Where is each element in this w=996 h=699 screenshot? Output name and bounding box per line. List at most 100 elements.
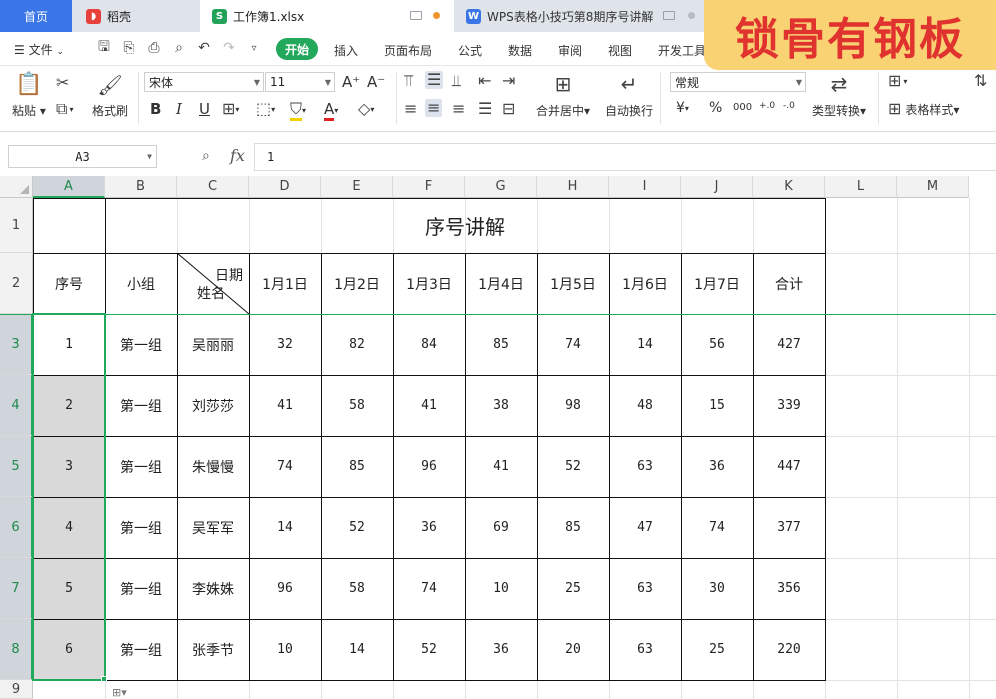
paste-button[interactable]: 📋 粘贴 ▾ [12,72,46,119]
tab-home[interactable]: 首页 [0,0,72,32]
cell-group[interactable]: 第一组 [105,497,177,558]
row-header-8[interactable]: 8 [0,619,33,680]
formula-input[interactable]: 1 [254,143,996,171]
col-header-h[interactable]: H [537,176,609,198]
cell-value[interactable]: 85 [537,497,609,558]
float-window-icon-2[interactable] [663,11,675,20]
header-date[interactable]: 1月1日 [249,253,321,314]
cell-value[interactable]: 14 [609,314,681,375]
cell-value[interactable]: 52 [537,436,609,497]
decimal-increase-button[interactable]: +.0 [759,101,775,111]
menu-formula[interactable]: 公式 [458,42,482,59]
col-header-j[interactable]: J [681,176,753,198]
cell-value[interactable]: 20 [537,619,609,680]
percent-button[interactable]: % [709,100,722,116]
redo-icon[interactable]: ↷ [221,40,237,56]
print-icon[interactable]: ⎙ [146,40,162,56]
menu-view[interactable]: 视图 [608,42,632,59]
border-button[interactable]: ⊞ ▾ [222,100,239,118]
shrink-font-button[interactable]: A⁻ [367,73,385,91]
cell-value[interactable]: 47 [609,497,681,558]
cell-value[interactable]: 52 [393,619,465,680]
header-date[interactable]: 1月7日 [681,253,753,314]
wrap-text-button[interactable]: ↵ 自动换行 [605,72,653,119]
col-header-b[interactable]: B [105,176,177,198]
align-bottom-button[interactable]: ⫫ [452,72,461,90]
name-box[interactable]: A3 ▼ [8,145,157,168]
cell-group[interactable]: 第一组 [105,436,177,497]
cut-button[interactable]: ✂ [56,74,69,92]
cell-value[interactable]: 41 [465,436,537,497]
decimal-decrease-button[interactable]: -.0 [783,101,795,111]
sort-button[interactable]: ⇅ [974,72,987,90]
cell-seq[interactable]: 3 [33,436,105,497]
float-window-icon[interactable] [410,11,422,20]
print-preview-icon[interactable]: ⌕ [171,40,187,56]
menu-review[interactable]: 审阅 [558,42,582,59]
zoom-formula-icon[interactable]: ⌕ [202,148,210,164]
font-name-select[interactable]: 宋体 ▼ [144,72,264,92]
align-right-button[interactable]: ≡ [452,100,465,118]
table-style-button[interactable]: ⊞ 表格样式▾ [888,100,959,118]
cell-seq[interactable]: 4 [33,497,105,558]
cell-value[interactable]: 74 [681,497,753,558]
cell-value[interactable]: 15 [681,375,753,436]
cell-name[interactable]: 张季节 [177,619,249,680]
cell-value[interactable]: 58 [321,558,393,619]
fill-handle[interactable] [101,676,107,682]
cell-value[interactable]: 63 [609,558,681,619]
format-painter-button[interactable]: 🖌 格式刷 [92,72,128,119]
distribute-button[interactable]: ⊟ [502,100,515,118]
indent-increase-button[interactable]: ⇥ [502,72,515,90]
cell-value[interactable]: 74 [537,314,609,375]
save-icon[interactable]: 🖫 [96,39,112,56]
merge-center-button[interactable]: ⊞ 合并居中▾ [536,72,590,119]
header-diag-name[interactable]: 姓名 [197,283,225,303]
cell-value[interactable]: 74 [249,436,321,497]
header-date[interactable]: 1月2日 [321,253,393,314]
cell-total[interactable]: 339 [753,375,825,436]
col-header-a[interactable]: A [33,176,105,198]
quick-analysis-icon[interactable]: ⊞▾ [112,686,127,699]
cell-value[interactable]: 10 [249,619,321,680]
cell-value[interactable]: 14 [321,619,393,680]
cell-value[interactable]: 52 [321,497,393,558]
menu-insert[interactable]: 插入 [334,42,358,59]
cell-total[interactable]: 427 [753,314,825,375]
header-seq[interactable]: 序号 [33,253,105,314]
row-header-2[interactable]: 2 [0,253,33,314]
header-total[interactable]: 合计 [753,253,825,314]
cell-value[interactable]: 30 [681,558,753,619]
cell-value[interactable]: 63 [609,619,681,680]
undo-icon[interactable]: ↶ [196,40,212,56]
number-format-select[interactable]: 常规 ▼ [670,72,806,92]
cell-value[interactable]: 98 [537,375,609,436]
cell-value[interactable]: 69 [465,497,537,558]
sheet-title[interactable]: 序号讲解 [105,198,825,253]
header-group[interactable]: 小组 [105,253,177,314]
header-diag-date[interactable]: 日期 [215,265,243,285]
quick-access-dropdown-icon[interactable]: ▿ [246,40,262,56]
tab-doc[interactable]: W WPS表格小技巧第8期序号讲解 [454,0,714,32]
cell-value[interactable]: 41 [393,375,465,436]
cell-value[interactable]: 14 [249,497,321,558]
row-header-6[interactable]: 6 [0,497,33,558]
cell-group[interactable]: 第一组 [105,619,177,680]
copy-button[interactable]: ⧉ ▾ [56,100,73,118]
font-size-select[interactable]: 11 ▼ [265,72,335,92]
cell-value[interactable]: 96 [393,436,465,497]
cell-name[interactable]: 刘莎莎 [177,375,249,436]
cell-value[interactable]: 32 [249,314,321,375]
cell-name[interactable]: 李姝姝 [177,558,249,619]
menu-file[interactable]: ☰ 文件 ⌄ [14,41,64,58]
clear-button[interactable]: ◇ ▾ [358,100,374,118]
indent-decrease-button[interactable]: ⇤ [478,72,491,90]
row-header-7[interactable]: 7 [0,558,33,619]
cell-name[interactable]: 吴丽丽 [177,314,249,375]
cell-name[interactable]: 吴军军 [177,497,249,558]
col-header-m[interactable]: M [897,176,969,198]
col-header-i[interactable]: I [609,176,681,198]
row-header-1[interactable]: 1 [0,198,33,253]
cell-group[interactable]: 第一组 [105,314,177,375]
row-header-5[interactable]: 5 [0,436,33,497]
